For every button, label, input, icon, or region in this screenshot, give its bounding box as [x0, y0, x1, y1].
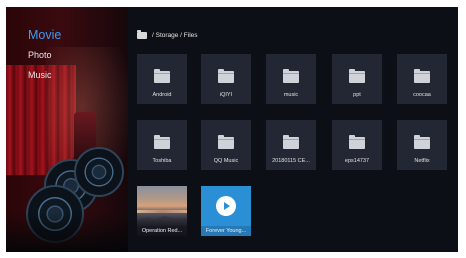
folder-label: 20180115 CE...	[272, 158, 310, 164]
folder-icon	[154, 69, 170, 83]
folder-tile-netflix[interactable]: Netflix	[397, 120, 447, 170]
tv-screen: Movie Photo Music / Storage / Files Andr…	[6, 7, 458, 252]
breadcrumb-path: / Storage / Files	[152, 32, 198, 39]
folder-label: coocaa	[413, 92, 431, 98]
folder-label: ppt	[353, 92, 361, 98]
photo-thumbnail-horizon	[137, 210, 187, 213]
folder-label: Android	[152, 92, 172, 98]
breadcrumb: / Storage / Files	[137, 30, 198, 39]
folder-icon	[154, 135, 170, 149]
nav-item-movie[interactable]: Movie	[28, 27, 61, 43]
folder-tile-music[interactable]: music	[266, 54, 316, 104]
folder-tile-ppt[interactable]: ppt	[332, 54, 382, 104]
folder-icon	[218, 135, 234, 149]
folder-tile-toshiba[interactable]: Toshiba	[137, 120, 187, 170]
folder-tile-coocaa[interactable]: coocaa	[397, 54, 447, 104]
folder-tile-20180115[interactable]: 20180115 CE...	[266, 120, 316, 170]
nav-item-photo[interactable]: Photo	[28, 45, 61, 65]
nav-item-music[interactable]: Music	[28, 65, 61, 85]
photo-thumbnail-rocks	[137, 216, 187, 226]
folder-icon	[414, 135, 430, 149]
folder-icon	[283, 69, 299, 83]
play-icon	[216, 196, 236, 216]
folder-icon	[349, 69, 365, 83]
folder-label: QQ Music	[213, 158, 239, 164]
film-reel-icon	[74, 147, 124, 197]
folder-tile-iqiyi[interactable]: iQIYI	[201, 54, 251, 104]
filmstrip-shadow	[6, 212, 128, 252]
media-label: Forever Young...	[201, 226, 251, 236]
folder-icon	[349, 135, 365, 149]
media-tile-forever-young[interactable]: Forever Young...	[201, 186, 251, 236]
folder-icon	[414, 69, 430, 83]
media-tile-operation-red[interactable]: Operation Red...	[137, 186, 187, 236]
folder-label: music	[283, 92, 299, 98]
media-label: Operation Red...	[137, 226, 187, 236]
folder-icon	[218, 69, 234, 83]
left-panel: Movie Photo Music	[6, 7, 128, 252]
folder-tile-eps14737[interactable]: eps14737	[332, 120, 382, 170]
category-nav: Movie Photo Music	[28, 27, 61, 85]
folder-label: eps14737	[344, 158, 370, 164]
folder-label: Toshiba	[152, 158, 172, 164]
folder-tile-qq-music[interactable]: QQ Music	[201, 120, 251, 170]
folder-tile-android[interactable]: Android	[137, 54, 187, 104]
folder-icon	[283, 135, 299, 149]
folder-icon	[137, 30, 147, 39]
folder-label: Netflix	[414, 158, 430, 164]
folder-label: iQIYI	[219, 92, 233, 98]
